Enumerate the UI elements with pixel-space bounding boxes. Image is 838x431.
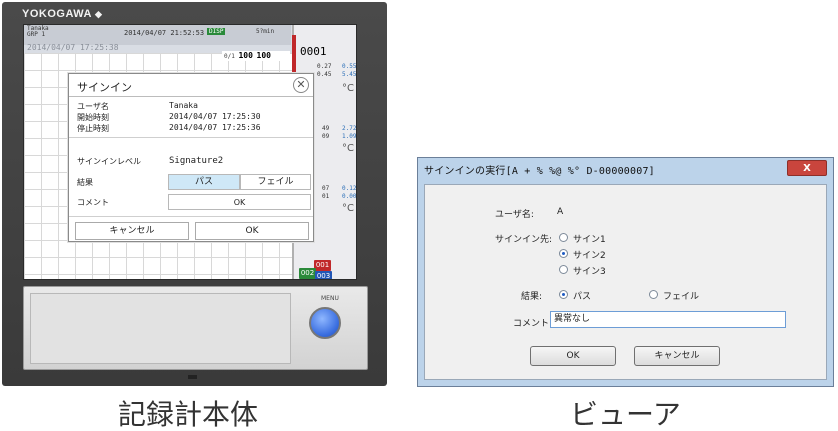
- result-label: 結果:: [521, 292, 543, 302]
- close-button[interactable]: X: [787, 160, 827, 176]
- scale-readout: 0/1 100 100: [222, 51, 290, 61]
- ok-button[interactable]: OK: [530, 346, 616, 366]
- divider: [69, 137, 313, 138]
- front-door[interactable]: [30, 293, 291, 364]
- unit-label: °C: [342, 143, 354, 154]
- viewer-window: サインインの実行[A + % %@ %° D-00000007] X ユーザ名:…: [417, 157, 834, 387]
- side-value: 0.00: [342, 193, 357, 200]
- ok-button[interactable]: OK: [195, 222, 309, 240]
- status-bar: Tanaka GRP 1 2014/04/07 21:52:53 DISP 5?…: [24, 25, 291, 45]
- window-title: サインインの実行[A + % %@ %° D-00000007]: [424, 166, 655, 177]
- side-value: 1.09: [342, 133, 357, 140]
- brand-name: YOKOGAWA: [22, 8, 93, 20]
- alarm-bar: [292, 35, 296, 75]
- sign1-radio[interactable]: [559, 233, 568, 242]
- start-time-value: 2014/04/07 17:25:30: [169, 112, 261, 121]
- result-pass-label: パス: [573, 292, 592, 302]
- signin-dialog: サインイン ✕ ユーザ名 Tanaka 開始時刻 2014/04/07 17:2…: [68, 73, 314, 242]
- dialog-body: ユーザ名: A サインイン先: サイン1 サイン2 サイン3 結果: パス フェ…: [424, 184, 827, 380]
- user-value: A: [557, 207, 564, 217]
- side-value: 09: [322, 133, 330, 140]
- signin-to-label: サインイン先:: [495, 235, 553, 245]
- result-fail-label: フェイル: [663, 292, 700, 302]
- user-value: Tanaka: [169, 101, 198, 110]
- close-icon[interactable]: ✕: [293, 77, 309, 93]
- recorder-caption: 記録計本体: [118, 398, 259, 431]
- comment-label: コメント:: [513, 319, 553, 329]
- unit-label: °C: [342, 83, 354, 94]
- side-value: 0.12: [342, 185, 357, 192]
- channel-number: 0001: [300, 45, 327, 58]
- divider: [69, 96, 313, 97]
- front-panel: MENU: [23, 286, 368, 370]
- comment-input[interactable]: 異常なし: [550, 311, 786, 328]
- unit-label: °C: [342, 203, 354, 214]
- sign3-label: サイン3: [573, 267, 606, 277]
- recorder-screen: Tanaka GRP 1 2014/04/07 21:52:53 DISP 5?…: [23, 24, 357, 280]
- result-fail-radio[interactable]: [649, 290, 658, 299]
- side-value: 0.55: [342, 63, 357, 70]
- result-fail-button[interactable]: フェイル: [240, 174, 311, 190]
- channel-tag-003[interactable]: 003: [315, 271, 332, 279]
- side-value: 0.45: [317, 71, 332, 78]
- interval-label: 5?min: [256, 28, 275, 35]
- cancel-button[interactable]: キャンセル: [75, 222, 189, 240]
- dialog-title: サインイン: [77, 81, 132, 94]
- recorder-device: YOKOGAWA ◆ Tanaka GRP 1 2014/04/07 21:52:…: [2, 2, 387, 386]
- brand-logo: YOKOGAWA ◆: [22, 8, 102, 20]
- group-short: GRP 1: [27, 31, 46, 38]
- disp-button[interactable]: DISP: [207, 28, 226, 35]
- side-value: 0.27: [317, 63, 332, 70]
- stop-time-value: 2014/04/07 17:25:36: [169, 123, 261, 132]
- side-value: 07: [322, 185, 330, 192]
- user-label: ユーザ名: [77, 102, 109, 111]
- signin-level-value: Signature2: [169, 156, 224, 166]
- comment-field[interactable]: OK: [168, 194, 311, 210]
- sign3-radio[interactable]: [559, 265, 568, 274]
- result-pass-radio[interactable]: [559, 290, 568, 299]
- sign1-label: サイン1: [573, 235, 606, 245]
- cancel-button[interactable]: キャンセル: [634, 346, 720, 366]
- channel-tag-001[interactable]: 001: [314, 260, 331, 271]
- scale-b: 100: [256, 51, 271, 60]
- trend-date: 2014/04/07 17:25:38: [27, 43, 119, 52]
- stop-time-label: 停止時刻: [77, 124, 109, 133]
- signin-level-label: サインインレベル: [77, 157, 141, 166]
- status-datetime: 2014/04/07 21:52:53: [124, 29, 205, 37]
- start-time-label: 開始時刻: [77, 113, 109, 122]
- sign2-label: サイン2: [573, 251, 606, 261]
- sign2-radio[interactable]: [559, 249, 568, 258]
- side-value: 2.72: [342, 125, 357, 132]
- scale-left: 0/1: [224, 53, 235, 60]
- scale-a: 100: [238, 51, 253, 60]
- side-value: 5.45: [342, 71, 357, 78]
- result-pass-button[interactable]: パス: [168, 174, 240, 190]
- result-label: 結果: [77, 178, 93, 187]
- menu-button[interactable]: [309, 307, 341, 339]
- comment-label: コメント: [77, 198, 109, 207]
- side-value: 01: [322, 193, 330, 200]
- menu-label: MENU: [321, 295, 339, 302]
- channel-tag-002[interactable]: 002: [299, 268, 316, 279]
- side-value: 49: [322, 125, 330, 132]
- divider: [69, 216, 313, 217]
- foot-notch: [188, 375, 197, 379]
- user-label: ユーザ名:: [495, 210, 534, 220]
- brand-diamond-icon: ◆: [95, 9, 103, 19]
- viewer-caption: ビューア: [570, 398, 681, 431]
